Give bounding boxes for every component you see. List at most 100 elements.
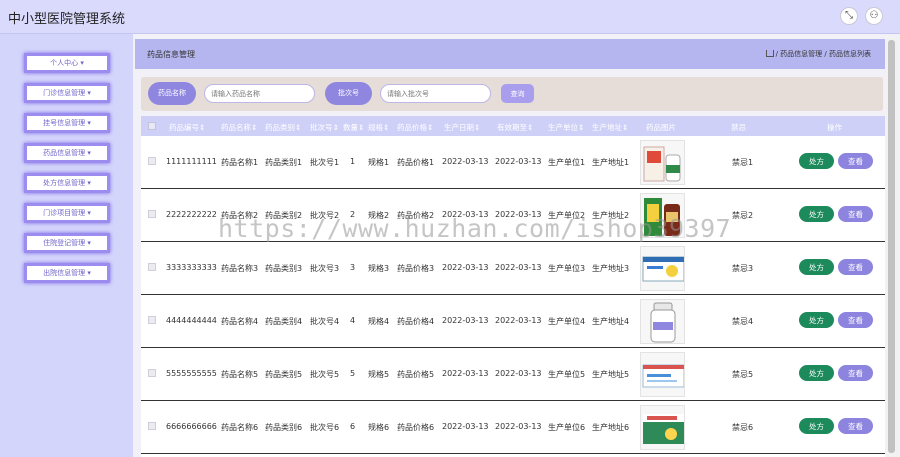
table-row: 4444444444 药品名称4 药品类别4 批次号4 4 规格4 药品价格4 … (141, 295, 886, 348)
table-row: 3333333333 药品名称3 药品类别3 批次号3 3 规格3 药品价格3 … (141, 242, 886, 295)
prescribe-button[interactable]: 处方 (799, 259, 834, 275)
col-header-code[interactable]: 药品编号⇕ (169, 122, 205, 133)
scroll-thumb[interactable] (888, 40, 895, 453)
sidebar-item-admission[interactable]: 住院登记管理 ▾ (24, 233, 110, 253)
view-button[interactable]: 查看 (838, 206, 873, 222)
cell-address: 生产地址6 (592, 423, 630, 432)
col-header-price[interactable]: 药品价格⇕ (397, 122, 433, 133)
cell-taboo: 禁忌4 (732, 317, 754, 326)
row-checkbox[interactable] (148, 316, 156, 324)
cell-code: 6666666666 (166, 422, 217, 431)
cell-expire: 2022-03-13 (495, 422, 542, 431)
cell-spec: 规格4 (368, 317, 390, 326)
row-checkbox[interactable] (148, 422, 156, 430)
row-checkbox[interactable] (148, 369, 156, 377)
cell-batch: 批次号1 (310, 158, 340, 167)
drug-name-input[interactable] (204, 84, 315, 103)
cell-code: 1111111111 (166, 157, 217, 166)
view-button[interactable]: 查看 (838, 312, 873, 328)
cell-price: 药品价格4 (397, 317, 435, 326)
col-header-category[interactable]: 药品类别⇕ (265, 122, 301, 133)
cell-batch: 批次号6 (310, 423, 340, 432)
col-header-qty[interactable]: 数量⇕ (343, 122, 364, 133)
col-header-spec[interactable]: 规格⇕ (368, 122, 389, 133)
cell-maker: 生产单位6 (548, 423, 586, 432)
cell-batch: 批次号5 (310, 370, 340, 379)
cell-expire: 2022-03-13 (495, 369, 542, 378)
cell-category: 药品类别5 (265, 370, 303, 379)
view-button[interactable]: 查看 (838, 259, 873, 275)
cell-qty: 5 (350, 369, 356, 378)
row-checkbox[interactable] (148, 263, 156, 271)
cell-name: 药品名称6 (221, 423, 259, 432)
home-icon[interactable] (765, 50, 774, 57)
cell-name: 药品名称1 (221, 158, 259, 167)
main-content: 药品信息管理 / 药品信息管理 / 药品信息列表 药品名称 批次号 查询 药品编… (133, 34, 900, 457)
sidebar-item-outpatient-items[interactable]: 门诊项目管理 ▾ (24, 203, 110, 223)
col-header-expire[interactable]: 有效期至⇕ (497, 122, 533, 133)
cell-prod-date: 2022-03-13 (442, 316, 489, 325)
cell-name: 药品名称3 (221, 264, 259, 273)
query-button[interactable]: 查询 (501, 84, 534, 103)
cell-spec: 规格3 (368, 264, 390, 273)
cell-address: 生产地址5 (592, 370, 630, 379)
drug-name-label: 药品名称 (148, 82, 196, 105)
view-button[interactable]: 查看 (838, 153, 873, 169)
col-header-address[interactable]: 生产地址⇕ (592, 122, 628, 133)
cell-address: 生产地址4 (592, 317, 630, 326)
col-header-prod-date[interactable]: 生产日期⇕ (444, 122, 480, 133)
drug-image (640, 140, 685, 185)
cell-taboo: 禁忌6 (732, 423, 754, 432)
row-checkbox[interactable] (148, 210, 156, 218)
cell-price: 药品价格1 (397, 158, 435, 167)
app-title: 中小型医院管理系统 (8, 12, 126, 27)
cell-price: 药品价格3 (397, 264, 435, 273)
top-bar: 中小型医院管理系统 ⤡ ⚇ (0, 0, 900, 34)
cell-category: 药品类别1 (265, 158, 303, 167)
select-all-checkbox[interactable] (148, 122, 156, 130)
cell-expire: 2022-03-13 (495, 316, 542, 325)
sidebar-item-discharge[interactable]: 出院信息管理 ▾ (24, 263, 110, 283)
col-header-taboo: 禁忌 (731, 123, 746, 132)
page-scrollbar[interactable] (885, 36, 898, 457)
cell-maker: 生产单位1 (548, 158, 586, 167)
prescribe-button[interactable]: 处方 (799, 153, 834, 169)
cell-taboo: 禁忌5 (732, 370, 754, 379)
drug-image (640, 246, 685, 291)
batch-input[interactable] (380, 84, 491, 103)
prescribe-button[interactable]: 处方 (799, 418, 834, 434)
cell-category: 药品类别3 (265, 264, 303, 273)
cell-prod-date: 2022-03-13 (442, 422, 489, 431)
sidebar-item-drugs[interactable]: 药品信息管理 ▾ (24, 143, 110, 163)
fullscreen-icon[interactable]: ⤡ (840, 7, 858, 25)
sidebar-item-personal[interactable]: 个人中心 ▾ (24, 53, 110, 73)
sidebar-item-registration[interactable]: 挂号信息管理 ▾ (24, 113, 110, 133)
breadcrumb-path-text[interactable]: / 药品信息管理 / 药品信息列表 (776, 50, 871, 58)
cell-prod-date: 2022-03-13 (442, 263, 489, 272)
sidebar-item-prescriptions[interactable]: 处方信息管理 ▾ (24, 173, 110, 193)
prescribe-button[interactable]: 处方 (799, 365, 834, 381)
col-header-maker[interactable]: 生产单位⇕ (548, 122, 584, 133)
drug-image (640, 299, 685, 344)
cell-spec: 规格5 (368, 370, 390, 379)
cell-taboo: 禁忌3 (732, 264, 754, 273)
user-icon[interactable]: ⚇ (865, 7, 883, 25)
breadcrumb: 药品信息管理 / 药品信息管理 / 药品信息列表 (135, 39, 885, 69)
cell-maker: 生产单位3 (548, 264, 586, 273)
drug-image (640, 352, 685, 397)
row-checkbox[interactable] (148, 157, 156, 165)
view-button[interactable]: 查看 (838, 365, 873, 381)
table-row: 5555555555 药品名称5 药品类别5 批次号5 5 规格5 药品价格5 … (141, 348, 886, 401)
prescribe-button[interactable]: 处方 (799, 206, 834, 222)
col-header-name[interactable]: 药品名称⇕ (221, 122, 257, 133)
prescribe-button[interactable]: 处方 (799, 312, 834, 328)
cell-price: 药品价格5 (397, 370, 435, 379)
cell-maker: 生产单位4 (548, 317, 586, 326)
cell-code: 2222222222 (166, 210, 217, 219)
cell-prod-date: 2022-03-13 (442, 369, 489, 378)
cell-qty: 1 (350, 157, 356, 166)
view-button[interactable]: 查看 (838, 418, 873, 434)
cell-code: 5555555555 (166, 369, 217, 378)
sidebar-item-outpatient[interactable]: 门诊信息管理 ▾ (24, 83, 110, 103)
col-header-batch[interactable]: 批次号⇕ (310, 122, 339, 133)
